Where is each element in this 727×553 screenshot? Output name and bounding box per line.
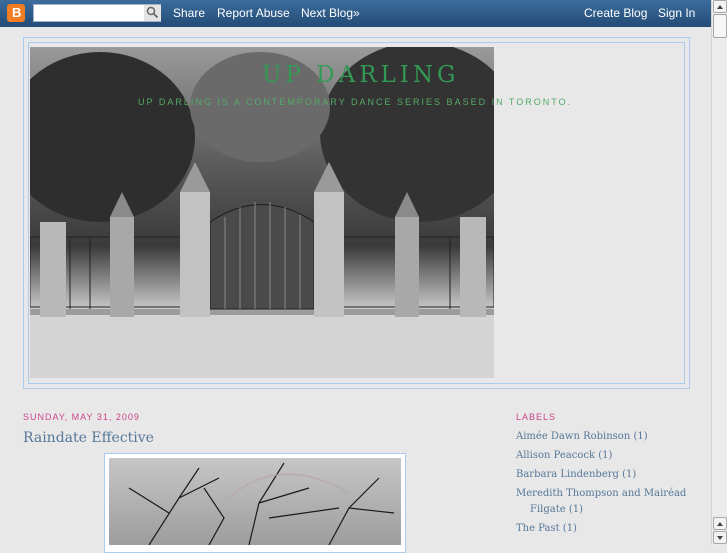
share-link[interactable]: Share (173, 6, 205, 20)
blog-description: UP DARLING IS A CONTEMPORARY DANCE SERIE… (138, 97, 573, 107)
post-date-header: SUNDAY, MAY 31, 2009 (23, 412, 140, 422)
search-button[interactable] (144, 5, 161, 21)
labels-heading: LABELS (516, 412, 557, 422)
label-link-the-past[interactable]: The Past (1) (516, 523, 577, 534)
scrollbar-thumb[interactable] (713, 14, 727, 38)
chevron-down-icon (717, 536, 723, 540)
report-abuse-link[interactable]: Report Abuse (217, 6, 290, 20)
blogger-logo-icon[interactable]: B (7, 4, 25, 22)
chevron-up-icon (717, 522, 723, 526)
page-scrollbar[interactable] (711, 0, 727, 545)
scroll-down-button[interactable] (713, 531, 727, 544)
label-count: (1) (562, 523, 577, 534)
blog-title[interactable]: UP DARLING (262, 62, 459, 88)
label-link-aimee[interactable]: Aimée Dawn Robinson (1) (516, 431, 648, 442)
label-count: (1) (633, 431, 648, 442)
label-name[interactable]: Meredith Thompson and Mairéad (516, 488, 686, 499)
label-count: (1) (598, 450, 613, 461)
blogger-navbar: B Share Report Abuse Next Blog» Create B… (0, 0, 711, 27)
scroll-up-button-bottom[interactable] (713, 517, 727, 530)
label-link-allison[interactable]: Allison Peacock (1) (516, 450, 612, 461)
sign-in-link[interactable]: Sign In (658, 6, 695, 20)
next-blog-link[interactable]: Next Blog» (301, 6, 360, 20)
label-count: (1) (622, 469, 637, 480)
label-count: (1) (568, 504, 583, 515)
label-link-barbara[interactable]: Barbara Lindenberg (1) (516, 469, 636, 480)
label-name[interactable]: Barbara Lindenberg (516, 469, 619, 480)
post-image-branches (128, 462, 395, 545)
label-link-meredith[interactable]: Meredith Thompson and Mairéad (516, 488, 686, 499)
label-name[interactable]: The Past (516, 523, 560, 534)
label-link-meredith-cont[interactable]: Filgate (1) (530, 504, 583, 515)
post-title[interactable]: Raindate Effective (23, 430, 154, 446)
search-input[interactable] (33, 4, 161, 22)
label-name-continued[interactable]: Filgate (530, 504, 566, 515)
blogger-logo-letter: B (12, 5, 22, 20)
label-name[interactable]: Aimée Dawn Robinson (516, 431, 630, 442)
post-image[interactable] (109, 458, 401, 545)
search-icon (146, 6, 159, 19)
label-name[interactable]: Allison Peacock (516, 450, 595, 461)
create-blog-link[interactable]: Create Blog (584, 6, 647, 20)
chevron-up-icon (717, 5, 723, 9)
scroll-up-button[interactable] (713, 0, 727, 13)
